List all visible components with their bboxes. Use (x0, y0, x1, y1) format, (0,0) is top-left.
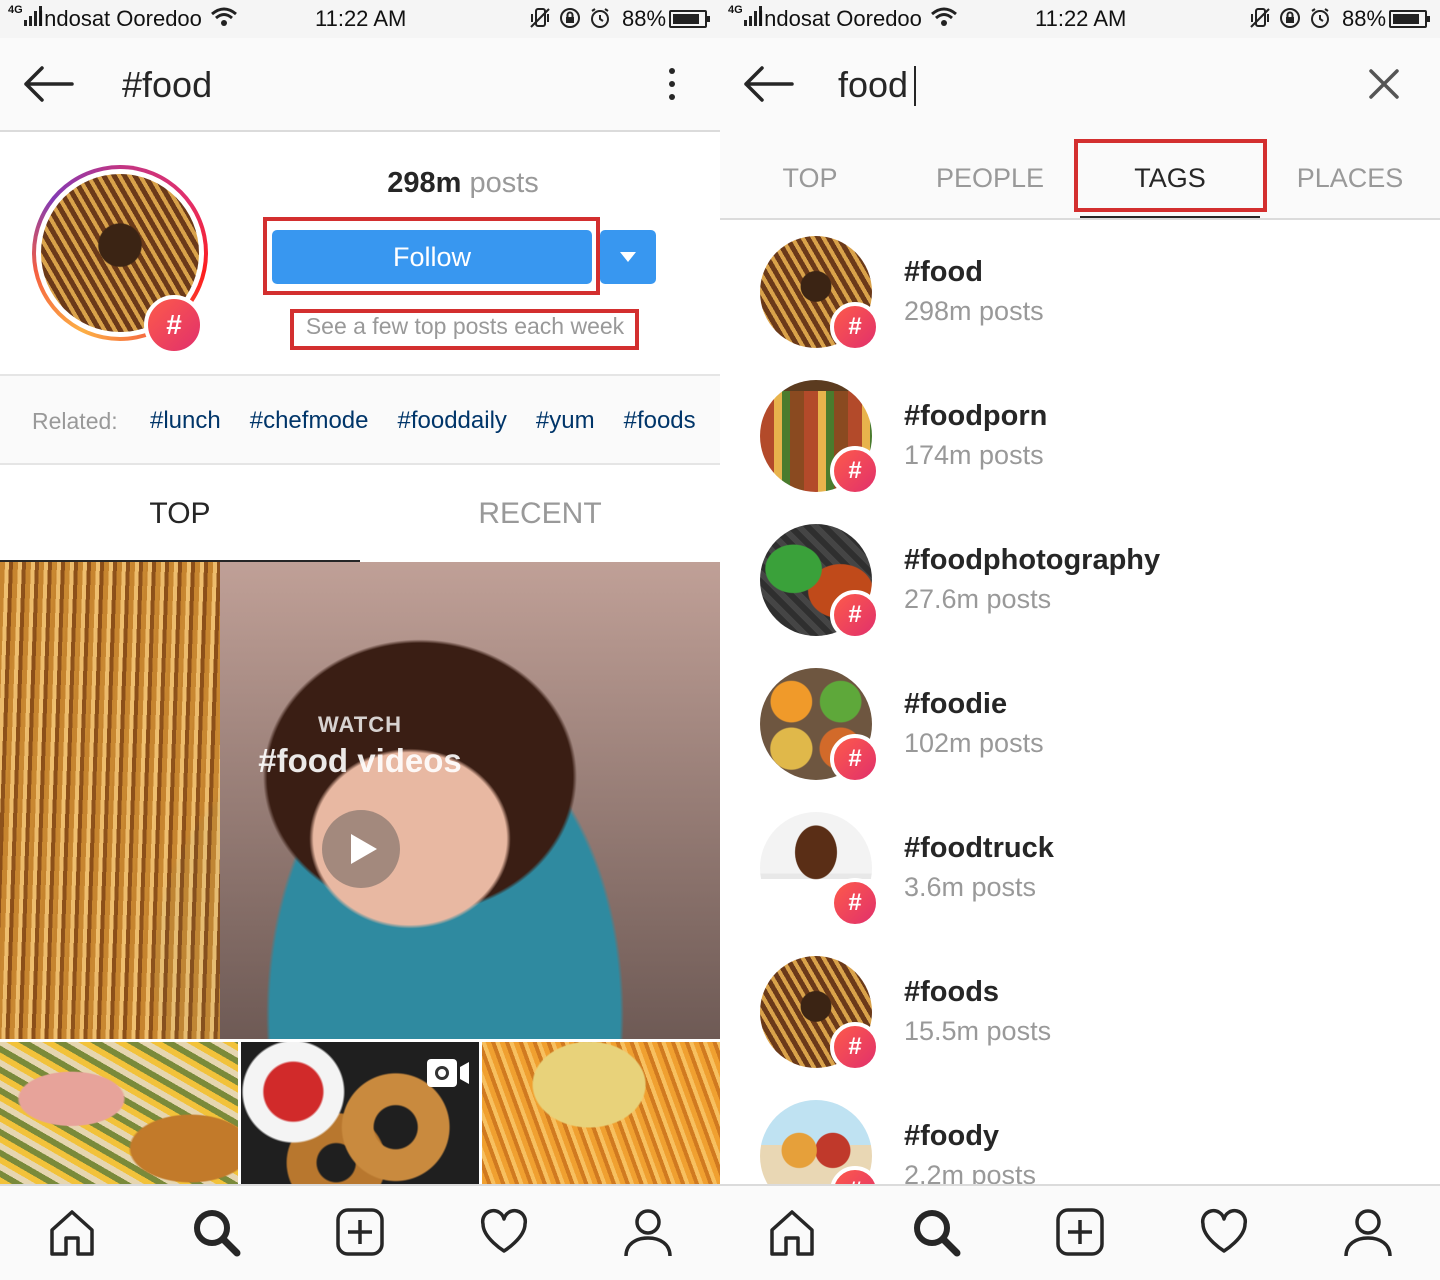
follow-button[interactable]: Follow (272, 230, 592, 284)
post-thumbnail[interactable] (0, 1042, 238, 1184)
search-icon[interactable] (910, 1206, 962, 1258)
tag-post-count: 27.6m posts (904, 584, 1052, 614)
tag-post-count: 174m posts (904, 440, 1044, 470)
alarm-icon (1311, 8, 1329, 28)
profile-icon[interactable] (622, 1206, 674, 1258)
page-title: #food (122, 64, 213, 105)
tag-name: #foods (904, 976, 1000, 1008)
tab-top[interactable]: TOP (720, 142, 900, 218)
search-header: TOP PEOPLE TAGS PLACES (720, 38, 1440, 220)
top-app-bar: #food (0, 38, 720, 132)
related-tags-bar: Related: #lunch #chefmode #fooddaily #yum #f… (0, 374, 720, 465)
tag-name: #foodie (904, 688, 1008, 720)
heart-icon[interactable] (1198, 1206, 1250, 1258)
hashtag-badge-icon: # (830, 878, 880, 928)
related-tag-link[interactable]: #lunch (150, 407, 221, 434)
video-camera-icon (427, 1059, 469, 1087)
tag-result-row[interactable]: # #foods 15.5m posts (720, 940, 1440, 1084)
rotation-lock-icon (1280, 8, 1300, 28)
search-icon[interactable] (190, 1206, 242, 1258)
featured-video[interactable]: WATCH #food videos (0, 562, 720, 1039)
clock: 11:22 AM (315, 6, 407, 31)
battery-icon (669, 10, 710, 28)
profile-icon[interactable] (1342, 1206, 1394, 1258)
video-watch-label: WATCH (317, 712, 403, 737)
post-thumbnail[interactable] (482, 1042, 720, 1184)
follow-dropdown-button[interactable] (600, 230, 656, 284)
bottom-nav (0, 1184, 720, 1280)
related-tag-link[interactable]: #chefmode (250, 407, 369, 434)
battery-percent: 88% (1342, 6, 1387, 31)
clock: 11:22 AM (1035, 6, 1127, 31)
tag-result-row[interactable]: # #foodie 102m posts (720, 652, 1440, 796)
related-tag-link[interactable]: #fooddaily (397, 407, 506, 434)
battery-percent: 88% (622, 6, 667, 31)
home-icon[interactable] (46, 1206, 98, 1258)
hashtag-badge-icon: # (144, 295, 204, 355)
search-tags-screen: 4G Indosat Ooredoo 11:22 AM 88% TOP PEOP… (720, 0, 1440, 1280)
rotation-lock-icon (560, 8, 580, 28)
back-arrow-icon[interactable] (742, 64, 794, 104)
tag-result-row[interactable]: # #foodtruck 3.6m posts (720, 796, 1440, 940)
highlight-box (1074, 139, 1267, 212)
hashtag-badge-icon: # (830, 302, 880, 352)
wifi-icon (211, 7, 237, 26)
tag-post-count: 15.5m posts (904, 1016, 1052, 1046)
battery-icon (1389, 10, 1430, 28)
tab-top[interactable]: TOP (0, 465, 360, 562)
vibrate-icon (530, 8, 550, 28)
play-icon[interactable] (322, 810, 400, 888)
tag-name: #foodtruck (904, 832, 1054, 864)
bottom-nav (720, 1184, 1440, 1280)
back-arrow-icon[interactable] (22, 64, 74, 104)
hashtag-avatar: # (32, 165, 208, 355)
related-tag-link[interactable]: #yum (536, 407, 595, 434)
hashtag-badge-icon: # (830, 1022, 880, 1072)
tab-places[interactable]: PLACES (1260, 142, 1440, 218)
follow-hint-text: See a few top posts each week (305, 313, 625, 339)
tag-name: #foodporn (904, 400, 1048, 432)
active-tab-indicator (1080, 216, 1260, 218)
tag-name: #foody (904, 1120, 1000, 1152)
tab-recent[interactable]: RECENT (360, 465, 720, 562)
related-tag-link[interactable]: #foods (624, 407, 696, 434)
hashtag-badge-icon: # (830, 734, 880, 784)
chevron-down-icon (620, 252, 636, 262)
tag-name: #food (904, 256, 983, 288)
related-label: Related: (32, 408, 118, 434)
tag-result-row[interactable]: # #foodporn 174m posts (720, 364, 1440, 508)
more-options-icon[interactable] (664, 68, 680, 104)
hashtag-badge-icon: # (830, 446, 880, 496)
status-bar: 4G Indosat Ooredoo 11:22 AM 88% (0, 0, 720, 38)
video-frame-noodles (0, 562, 220, 1039)
carrier-name: Indosat Ooredoo (38, 6, 202, 31)
tag-post-count: 298m posts (904, 296, 1044, 326)
posts-count: 298m posts (387, 167, 539, 199)
clear-search-icon[interactable] (1368, 68, 1400, 100)
wifi-icon (931, 7, 957, 26)
alarm-icon (591, 8, 609, 28)
vibrate-icon (1250, 8, 1270, 28)
carrier-name: Indosat Ooredoo (758, 6, 922, 31)
hashtag-page-screen: 4G Indosat Ooredoo 11:22 AM 88% #food # … (0, 0, 720, 1280)
tag-name: #foodphotography (904, 544, 1161, 576)
status-bar: 4G Indosat Ooredoo 11:22 AM 88% (720, 0, 1440, 38)
add-post-icon[interactable] (1054, 1206, 1106, 1258)
hashtag-badge-icon: # (830, 590, 880, 640)
home-icon[interactable] (766, 1206, 818, 1258)
tag-post-count: 102m posts (904, 728, 1044, 758)
search-input[interactable] (838, 60, 1358, 110)
video-frame (220, 562, 720, 1039)
tag-result-row[interactable]: # #foodphotography 27.6m posts (720, 508, 1440, 652)
post-thumbnail[interactable] (241, 1042, 479, 1184)
tag-result-row[interactable]: # #food 298m posts (720, 220, 1440, 364)
add-post-icon[interactable] (334, 1206, 386, 1258)
tag-post-count: 3.6m posts (904, 872, 1037, 902)
heart-icon[interactable] (478, 1206, 530, 1258)
text-cursor (914, 66, 916, 106)
video-title: #food videos (258, 742, 462, 779)
tab-people[interactable]: PEOPLE (900, 142, 1080, 218)
feed-tabs: TOP RECENT (0, 465, 720, 562)
